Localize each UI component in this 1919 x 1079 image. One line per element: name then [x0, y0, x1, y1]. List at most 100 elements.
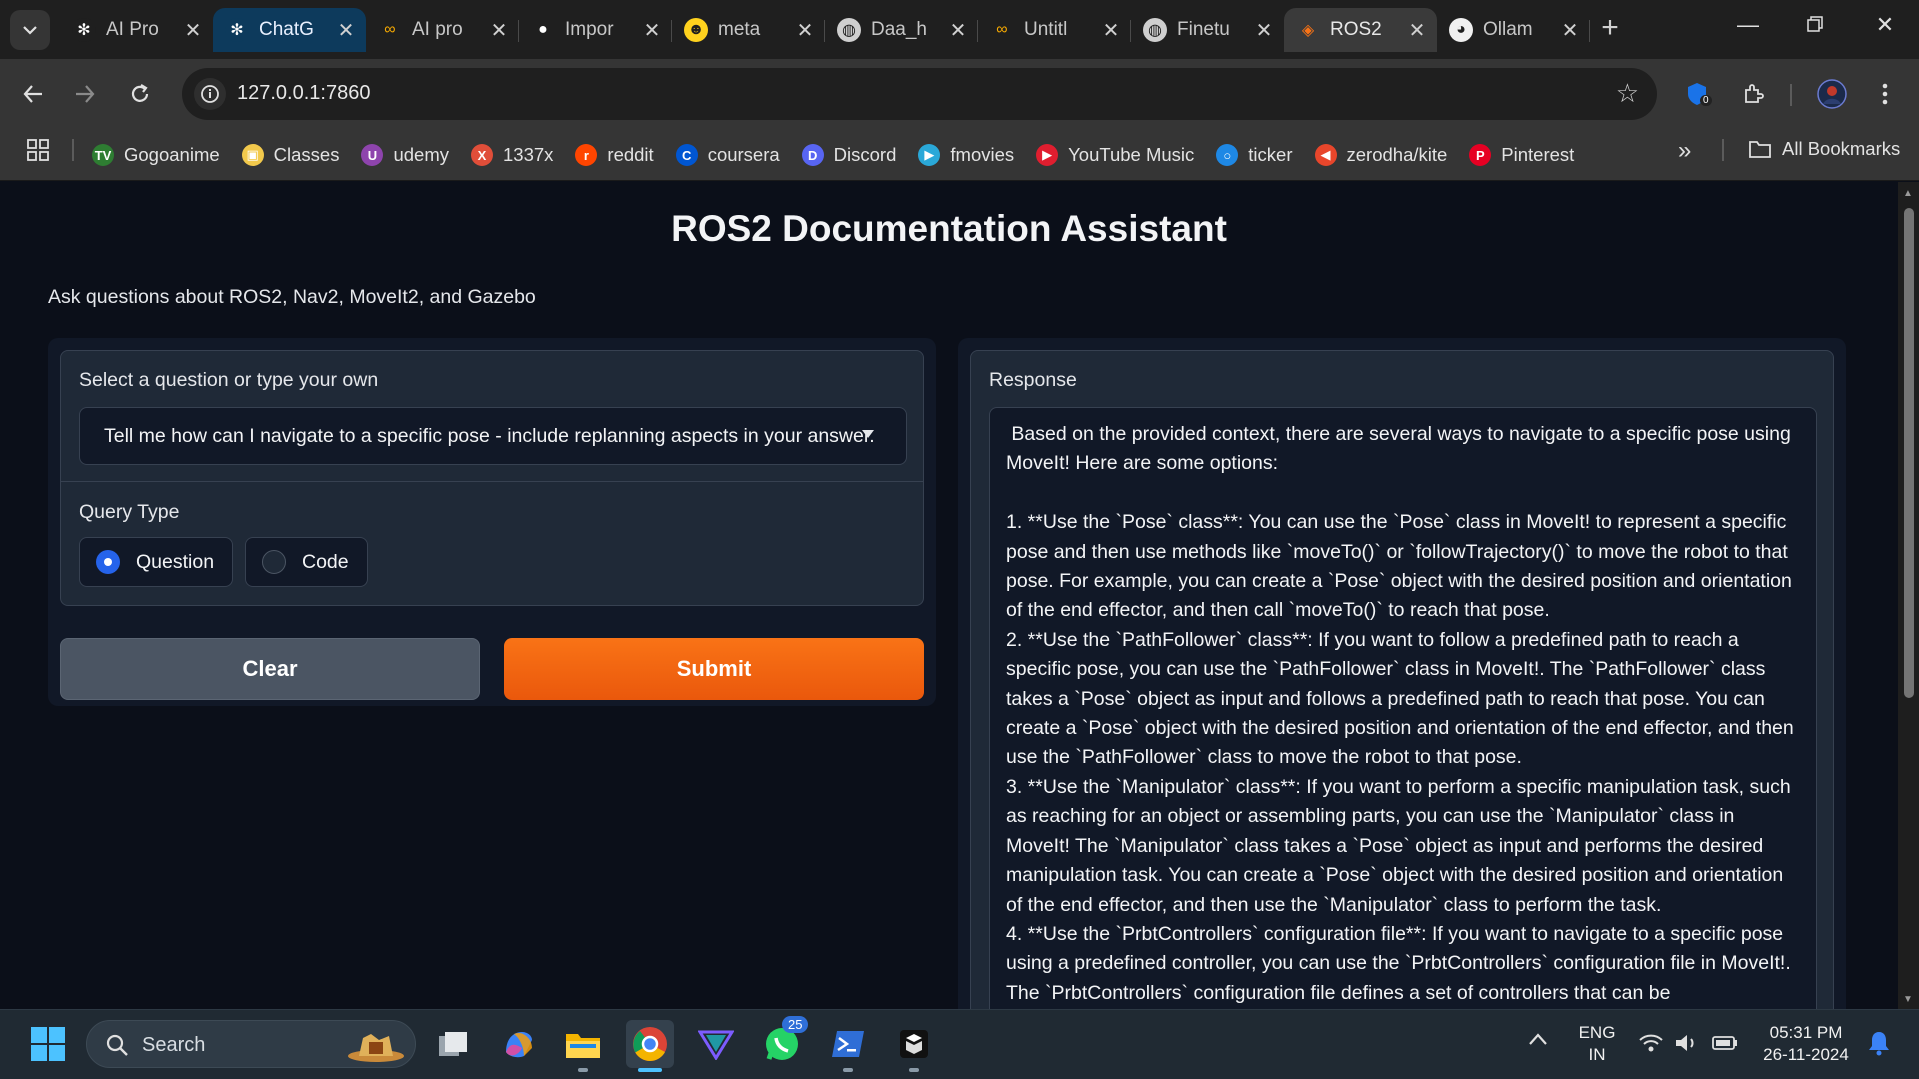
- forward-button[interactable]: [65, 74, 105, 114]
- notification-bell-icon[interactable]: [1868, 1030, 1890, 1061]
- question-dropdown[interactable]: Tell me how can I navigate to a specific…: [79, 407, 907, 465]
- powershell-icon[interactable]: [824, 1020, 872, 1068]
- chrome-taskbar-icon[interactable]: [626, 1020, 674, 1068]
- whatsapp-icon[interactable]: 25: [758, 1016, 809, 1068]
- bookmark-classes[interactable]: ▣ Classes: [241, 144, 339, 166]
- running-indicator: [578, 1068, 588, 1072]
- all-bookmarks-button[interactable]: All Bookmarks: [1748, 138, 1900, 160]
- close-tab-icon[interactable]: ✕: [1101, 18, 1121, 43]
- restore-button[interactable]: [1800, 12, 1830, 38]
- tab-4[interactable]: ● Impor ✕: [519, 8, 672, 52]
- bookmark-list: TV Gogoanime ▣ Classes Uudemy X 1337x r reddit Cc…: [92, 129, 1596, 181]
- caret-down-icon: [862, 430, 874, 438]
- bookmark-zerodha-kite[interactable]: ◀ zerodha/kite: [1314, 144, 1448, 166]
- bookmarks-divider: [72, 139, 74, 161]
- apps-grid-icon[interactable]: [26, 138, 50, 167]
- scroll-down-icon[interactable]: ▼: [1903, 994, 1913, 1005]
- chevron-up-icon[interactable]: [1528, 1032, 1548, 1051]
- scroll-up-icon[interactable]: ▲: [1903, 188, 1913, 199]
- clear-button[interactable]: Clear: [60, 638, 480, 700]
- radio-question[interactable]: Question: [79, 537, 234, 587]
- tab-2[interactable]: ✻ ChatG ✕: [213, 8, 366, 52]
- site-info-icon[interactable]: [194, 78, 226, 110]
- close-tab-icon[interactable]: ✕: [948, 18, 968, 43]
- bookmark-1337x[interactable]: X 1337x: [471, 144, 553, 166]
- close-tab-icon[interactable]: ✕: [642, 18, 662, 43]
- volume-icon[interactable]: [1674, 1032, 1700, 1059]
- clock-date: 26-11-2024: [1763, 1045, 1849, 1064]
- submit-button[interactable]: Submit: [504, 638, 924, 700]
- tab-search-button[interactable]: [10, 10, 50, 50]
- openai-icon: ✻: [72, 18, 96, 42]
- page-description: Ask questions about ROS2, Nav2, MoveIt2,…: [48, 286, 536, 308]
- tab-6[interactable]: ◍ Daa_h ✕: [825, 8, 978, 52]
- bookmark-pinterest[interactable]: P Pinterest: [1469, 144, 1574, 166]
- minimize-button[interactable]: —: [1733, 12, 1763, 38]
- proton-vpn-icon[interactable]: [692, 1020, 740, 1068]
- bookmark-star-icon[interactable]: ☆: [1616, 78, 1639, 109]
- extension-shield-icon[interactable]: 0: [1680, 77, 1714, 111]
- close-tab-icon[interactable]: ✕: [795, 18, 815, 43]
- wifi-icon[interactable]: [1638, 1032, 1664, 1059]
- taskbar-search-text: Search: [142, 1034, 206, 1056]
- close-tab-icon[interactable]: ✕: [489, 18, 509, 43]
- gradio-icon: ◈: [1301, 22, 1315, 39]
- new-tab-button[interactable]: +: [1595, 13, 1625, 44]
- pinterest-icon: P: [1469, 144, 1492, 166]
- tab-title: Untitl: [1024, 19, 1068, 40]
- close-tab-icon[interactable]: ✕: [336, 18, 356, 43]
- tab-5[interactable]: ☻ meta ✕: [672, 8, 825, 52]
- language-indicator[interactable]: ENG IN: [1576, 1022, 1618, 1066]
- tab-8[interactable]: ◍ Finetu ✕: [1131, 8, 1284, 52]
- bookmark-youtube-music[interactable]: ▶ YouTube Music: [1036, 144, 1194, 166]
- terminal-app-icon[interactable]: [890, 1020, 938, 1068]
- ollama-icon: ◕: [1449, 18, 1473, 42]
- bookmark-discord[interactable]: D Discord: [801, 144, 896, 166]
- browser-toolbar: 127.0.0.1:7860 ☆ 0: [0, 59, 1919, 129]
- tab-3[interactable]: ∞ AI pro ✕: [366, 8, 519, 52]
- question-block: Select a question or type your own Tell …: [60, 350, 924, 606]
- bookmarks-overflow-icon[interactable]: »: [1678, 137, 1691, 165]
- page-scrollbar[interactable]: ▲ ▼: [1898, 182, 1919, 1009]
- bookmark-coursera[interactable]: Ccoursera: [675, 144, 780, 166]
- bookmark-gogoanime[interactable]: TV Gogoanime: [92, 144, 220, 166]
- copilot-icon[interactable]: [495, 1020, 543, 1068]
- bookmark-udemy[interactable]: Uudemy: [361, 144, 449, 166]
- profile-avatar[interactable]: [1815, 77, 1849, 111]
- scrollbar-thumb[interactable]: [1904, 208, 1914, 698]
- language-line-1: ENG: [1578, 1023, 1616, 1042]
- task-view-icon[interactable]: [429, 1020, 477, 1068]
- output-panel: Response Based on the provided context, …: [958, 338, 1846, 1009]
- radio-selected-icon: [96, 550, 120, 574]
- address-bar[interactable]: 127.0.0.1:7860 ☆: [182, 68, 1657, 120]
- discord-icon: D: [801, 144, 824, 166]
- tab-9[interactable]: ◈ ROS2 ✕: [1284, 8, 1437, 52]
- close-tab-icon[interactable]: ✕: [1407, 18, 1427, 43]
- tab-1[interactable]: ✻ AI Pro ✕: [60, 8, 213, 52]
- tab-10[interactable]: ◕ Ollam ✕: [1437, 8, 1590, 52]
- youtube-music-icon: ▶: [1036, 144, 1059, 166]
- bookmark-reddit[interactable]: r reddit: [575, 144, 654, 166]
- close-window-button[interactable]: ✕: [1870, 12, 1900, 38]
- bookmark-fmovies[interactable]: ▶ fmovies: [918, 144, 1014, 166]
- page-content: ROS2 Documentation Assistant Ask questio…: [0, 182, 1898, 1009]
- close-tab-icon[interactable]: ✕: [183, 18, 203, 43]
- bookmark-ticker[interactable]: ○ ticker: [1216, 144, 1293, 166]
- clock[interactable]: 05:31 PM 26-11-2024: [1756, 1022, 1856, 1066]
- tab-7[interactable]: ∞ Untitl ✕: [978, 8, 1131, 52]
- file-explorer-icon[interactable]: [559, 1020, 607, 1068]
- reload-button[interactable]: [120, 74, 160, 114]
- extensions-puzzle-icon[interactable]: [1736, 77, 1770, 111]
- start-button[interactable]: [24, 1020, 72, 1068]
- back-button[interactable]: [13, 74, 53, 114]
- taskbar-search[interactable]: Search: [86, 1020, 416, 1068]
- response-textbox[interactable]: Based on the provided context, there are…: [989, 407, 1817, 1009]
- bookmark-label: zerodha/kite: [1346, 144, 1448, 165]
- battery-icon[interactable]: [1712, 1034, 1738, 1057]
- bookmark-label: coursera: [707, 144, 780, 165]
- browser-menu-icon[interactable]: [1868, 77, 1902, 111]
- close-tab-icon[interactable]: ✕: [1560, 18, 1580, 43]
- tab-title: Finetu: [1177, 19, 1230, 40]
- radio-code[interactable]: Code: [245, 537, 368, 587]
- close-tab-icon[interactable]: ✕: [1254, 18, 1274, 43]
